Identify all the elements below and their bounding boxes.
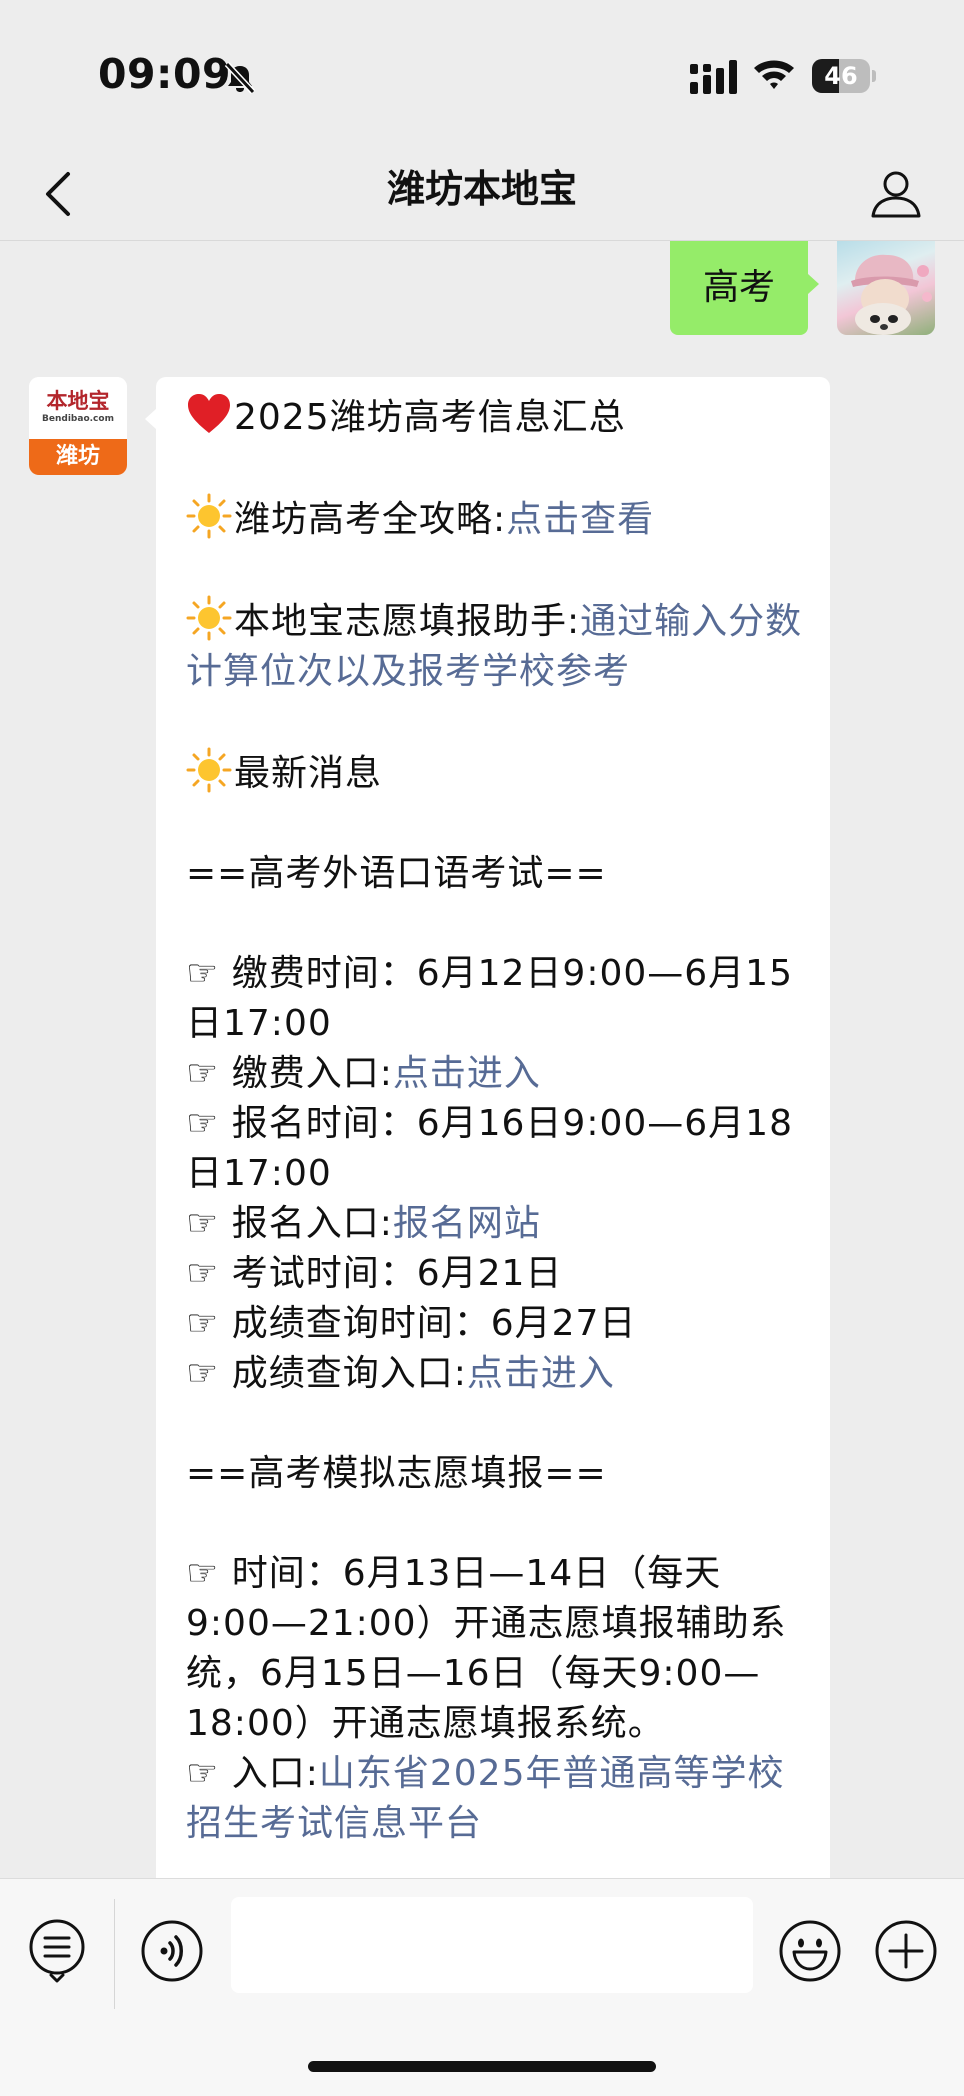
exam-time: ☞ 考试时间：6月21日 <box>186 1253 563 1294</box>
pay-entry-line: ☞ 缴费入口:点击进入 <box>186 1049 804 1099</box>
news-label: 最新消息 <box>234 753 383 794</box>
status-bar: 09:09 46 <box>0 0 964 150</box>
chevron-left-icon[interactable] <box>30 164 90 224</box>
voice-icon[interactable] <box>140 1919 204 1983</box>
signup-entry-link[interactable]: 报名网站 <box>393 1203 541 1244</box>
nav-bar: 潍坊本地宝 <box>0 150 964 241</box>
pay-entry-link[interactable]: 点击进入 <box>393 1053 541 1094</box>
sun-icon <box>186 595 232 641</box>
message-input[interactable] <box>231 1897 753 1993</box>
news-line: 最新消息 <box>186 747 804 799</box>
divider <box>114 1899 115 2009</box>
sun-icon <box>186 493 232 539</box>
mock-time: ☞ 时间：6月13日—14日（每天9:00—21:00）开通志愿填报辅助系统，6… <box>186 1553 787 1744</box>
score-entry-line: ☞ 成绩查询入口:点击进入 <box>186 1349 804 1399</box>
bot-avatar[interactable]: 本地宝 Bendibao.com 潍坊 <box>29 377 127 475</box>
input-bar <box>0 1878 964 2096</box>
score-time: ☞ 成绩查询时间：6月27日 <box>186 1303 637 1344</box>
smiley-icon[interactable] <box>778 1919 842 1983</box>
bot-message-content: 2025潍坊高考信息汇总 潍坊高考全攻略:点击查看 本地宝志愿填报助手:通过输入… <box>186 393 804 1849</box>
chat-area[interactable]: 高考 本地宝 Bendibao.com 潍坊 2025潍坊高考信息汇总 潍坊高考… <box>0 241 964 1878</box>
signup-entry-label: ☞ 报名入口: <box>186 1203 393 1244</box>
mock-header: ==高考模拟志愿填报== <box>186 1453 607 1494</box>
pay-entry-label: ☞ 缴费入口: <box>186 1053 393 1094</box>
signup-time: ☞ 报名时间：6月16日9:00—6月18日17:00 <box>186 1103 793 1194</box>
assistant-label: 本地宝志愿填报助手: <box>234 601 581 642</box>
battery-level: 46 <box>824 62 858 90</box>
bubble-tail <box>145 409 156 429</box>
list-menu-icon[interactable] <box>26 1917 88 1983</box>
message-title-line: 2025潍坊高考信息汇总 <box>186 393 804 443</box>
bot-avatar-logo: 本地宝 <box>46 388 110 413</box>
battery-icon: 46 <box>812 59 876 93</box>
mock-entry-label: ☞ 入口: <box>186 1753 319 1794</box>
mock-entry-line: ☞ 入口:山东省2025年普通高等学校招生考试信息平台 <box>186 1749 804 1849</box>
sun-icon <box>186 747 232 793</box>
assistant-line: 本地宝志愿填报助手:通过输入分数计算位次以及报考学校参考 <box>186 595 804 697</box>
person-icon[interactable] <box>866 164 926 224</box>
bubble-tail <box>808 274 819 294</box>
user-avatar[interactable] <box>837 241 935 335</box>
bot-message-bubble[interactable]: 2025潍坊高考信息汇总 潍坊高考全攻略:点击查看 本地宝志愿填报助手:通过输入… <box>156 377 830 1878</box>
plus-icon[interactable] <box>874 1919 938 1983</box>
bell-slash-icon <box>224 61 256 95</box>
wifi-icon <box>754 60 794 89</box>
my-message-text: 高考 <box>702 267 775 308</box>
guide-label: 潍坊高考全攻略: <box>234 499 507 540</box>
oral-exam-header: ==高考外语口语考试== <box>186 853 607 894</box>
page-title: 潍坊本地宝 <box>386 167 577 211</box>
guide-line: 潍坊高考全攻略:点击查看 <box>186 493 804 545</box>
my-message-bubble[interactable]: 高考 <box>670 241 808 335</box>
score-entry-link[interactable]: 点击进入 <box>467 1353 615 1394</box>
score-entry-label: ☞ 成绩查询入口: <box>186 1353 467 1394</box>
user-avatar-photo <box>851 254 932 335</box>
bot-avatar-city: 潍坊 <box>55 444 100 469</box>
pay-time: ☞ 缴费时间：6月12日9:00—6月15日17:00 <box>186 953 793 1044</box>
bot-avatar-domain: Bendibao.com <box>42 414 114 424</box>
signup-entry-line: ☞ 报名入口:报名网站 <box>186 1199 804 1249</box>
message-title: 2025潍坊高考信息汇总 <box>234 397 626 438</box>
status-time: 09:09 <box>98 50 232 98</box>
heart-icon <box>188 394 230 433</box>
home-indicator[interactable] <box>308 2061 656 2072</box>
cellular-signal-icon <box>690 60 737 94</box>
guide-link[interactable]: 点击查看 <box>506 499 654 540</box>
